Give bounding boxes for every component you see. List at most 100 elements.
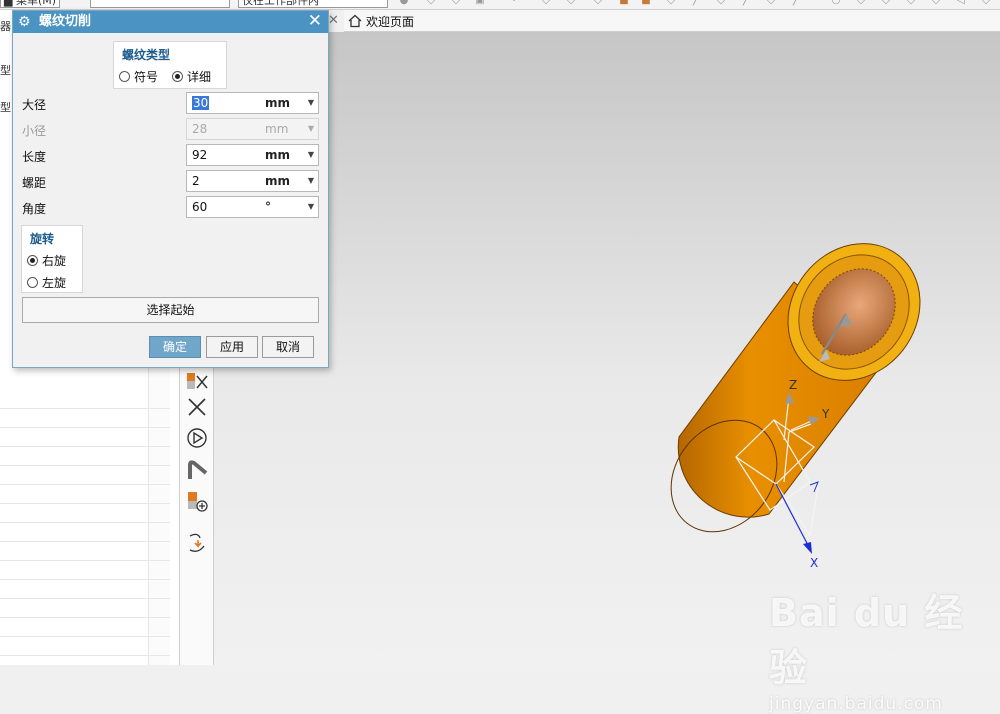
radio-indicator[interactable]	[119, 71, 130, 82]
add-body-icon[interactable]	[184, 488, 210, 514]
apply-button[interactable]: 应用	[206, 336, 258, 358]
snap-icon[interactable]: ◇	[715, 0, 727, 7]
bend-tube-icon[interactable]	[184, 457, 210, 483]
list-item	[0, 561, 170, 580]
chevron-down-icon[interactable]: ▼	[308, 98, 314, 107]
chevron-down-icon[interactable]: ▼	[308, 176, 314, 185]
tab-welcome[interactable]: 欢迎页面	[348, 12, 414, 30]
radio-indicator[interactable]	[27, 277, 38, 288]
group-title: 旋转	[30, 232, 55, 246]
watermark: Bai du 经验 jingyan.baidu.com	[769, 582, 1000, 714]
select-start-button[interactable]: 选择起始	[22, 297, 319, 323]
snap-icon[interactable]: ◁	[955, 0, 967, 7]
radio-label: 左旋	[42, 276, 67, 290]
radio-label: 符号	[134, 70, 159, 84]
radio-label: 详细	[187, 70, 212, 84]
close-x-icon[interactable]	[184, 394, 210, 420]
snap-icon[interactable]: ╱	[690, 0, 702, 7]
field-unit: mm	[265, 148, 291, 162]
length-field[interactable]: 92 mm ▼	[186, 144, 319, 166]
snap-icon[interactable]: ◇	[905, 0, 917, 7]
snap-icon[interactable]: ▣	[474, 0, 486, 7]
snap-icon[interactable]: ◇	[565, 0, 577, 7]
radio-left-hand[interactable]: 左旋	[27, 274, 66, 291]
list-item	[0, 466, 170, 485]
length-label: 长度	[22, 150, 47, 164]
snap-icon[interactable]: ◇	[980, 0, 992, 7]
minor-diameter-label: 小径	[22, 124, 47, 138]
ok-button[interactable]: 确定	[149, 336, 201, 358]
thread-cut-dialog: ⚙ 螺纹切削 ✕ 螺纹类型 符号 详细 大径 30 mm ▼ 小径 28 mm …	[12, 10, 329, 368]
tab-label: 欢迎页面	[366, 14, 415, 29]
field-unit: mm	[265, 96, 291, 110]
snap-icon[interactable]: ◇	[855, 0, 867, 7]
curve-move-icon[interactable]	[184, 530, 210, 556]
close-icon[interactable]: ✕	[328, 13, 339, 28]
close-icon[interactable]: ✕	[308, 10, 322, 32]
snap-icon[interactable]: ○	[830, 0, 842, 7]
list-item	[0, 485, 170, 504]
filter-combo[interactable]	[90, 0, 230, 8]
snap-icon[interactable]: ◇	[425, 0, 437, 7]
field-value[interactable]: 2	[192, 174, 200, 188]
watermark-url: jingyan.baidu.com	[769, 694, 943, 714]
field-value: 28	[192, 122, 208, 136]
list-item	[0, 409, 170, 428]
menu-combo[interactable]: █ 菜单(M)	[0, 0, 60, 8]
list-item	[0, 618, 170, 637]
snap-icon[interactable]: ◇	[665, 0, 677, 7]
cube-icon[interactable]: ■	[640, 0, 652, 7]
field-value[interactable]: 30	[192, 96, 210, 110]
list-item	[0, 599, 170, 618]
field-unit: mm	[265, 122, 289, 136]
navigator-label: 型	[0, 101, 11, 114]
field-value[interactable]: 92	[192, 148, 207, 162]
snap-icon[interactable]: ◇	[880, 0, 892, 7]
cube-icon[interactable]: ■	[618, 0, 630, 7]
chevron-down-icon[interactable]: ▼	[308, 150, 314, 159]
axis-label-y: Y	[821, 407, 830, 421]
snap-icon[interactable]: ╱	[740, 0, 752, 7]
major-diameter-field[interactable]: 30 mm ▼	[186, 92, 319, 114]
list-item	[0, 580, 170, 599]
rotation-group: 旋转 右旋 左旋	[21, 225, 83, 293]
group-title: 螺纹类型	[122, 48, 171, 62]
snap-icon[interactable]: ◇	[540, 0, 552, 7]
dialog-title: 螺纹切削	[39, 14, 92, 29]
x-axis-arrowhead	[803, 542, 812, 554]
radio-indicator[interactable]	[172, 71, 183, 82]
model-view[interactable]: Z Y X	[214, 32, 1000, 665]
radio-detailed[interactable]: 详细	[172, 68, 211, 85]
snap-icon[interactable]: ◇	[765, 0, 777, 7]
field-unit: °	[265, 200, 271, 214]
navigator-label: 器	[0, 20, 11, 33]
scope-combo[interactable]: 仅在工作部件内	[238, 0, 388, 8]
field-unit: mm	[265, 174, 291, 188]
list-item	[0, 523, 170, 542]
snap-icon[interactable]: ◇	[930, 0, 942, 7]
field-value[interactable]: 60	[192, 200, 207, 214]
snap-icon[interactable]: ◇	[592, 0, 604, 7]
angle-field[interactable]: 60 ° ▼	[186, 196, 319, 218]
axis-label-x: X	[810, 556, 818, 570]
radio-symbolic[interactable]: 符号	[119, 68, 158, 85]
delete-body-icon[interactable]	[184, 370, 210, 396]
graphics-viewport[interactable]: Z Y X Bai du 经验 jingyan.baidu.com	[214, 32, 1000, 714]
cancel-button[interactable]: 取消	[262, 336, 314, 358]
radio-right-hand[interactable]: 右旋	[27, 252, 66, 269]
snap-icon[interactable]: ●	[398, 0, 410, 7]
angle-label: 角度	[22, 202, 47, 216]
snap-icon[interactable]: ╱	[790, 0, 802, 7]
axis-label-z: Z	[789, 378, 797, 392]
list-item	[0, 504, 170, 523]
csys-x-segment	[809, 481, 819, 493]
list-item	[0, 447, 170, 466]
undo-icon[interactable]: ↶	[510, 0, 522, 7]
snap-icon[interactable]: ◇	[450, 0, 462, 7]
play-icon[interactable]	[184, 425, 210, 451]
dialog-titlebar[interactable]: ⚙ 螺纹切削 ✕	[13, 11, 328, 33]
chevron-down-icon[interactable]: ▼	[308, 202, 314, 211]
pitch-field[interactable]: 2 mm ▼	[186, 170, 319, 192]
radio-indicator[interactable]	[27, 255, 38, 266]
tab-bar: ✕ 欢迎页面	[328, 10, 1000, 32]
